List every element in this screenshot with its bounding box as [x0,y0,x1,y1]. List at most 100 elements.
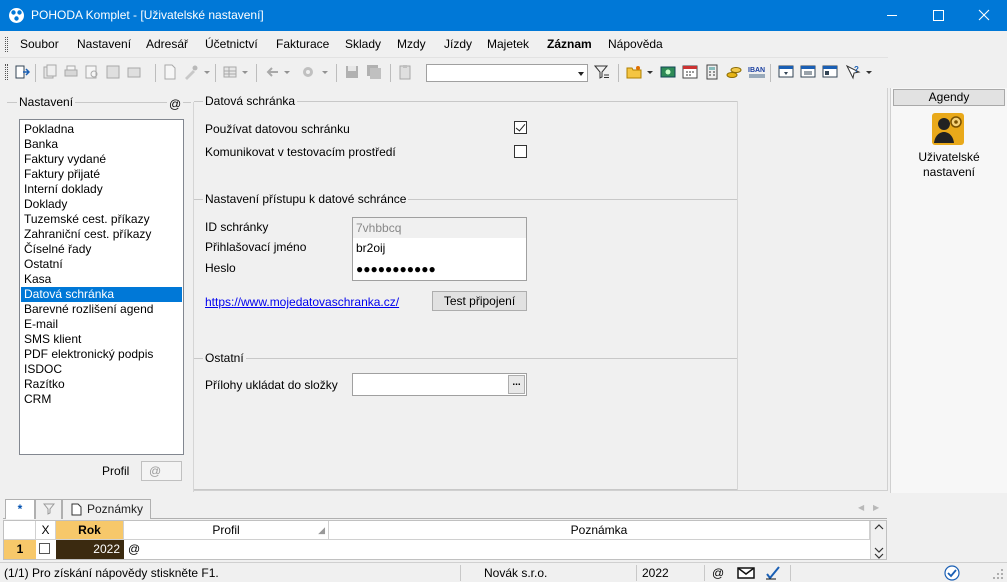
settings-item[interactable]: Banka [21,137,182,152]
tools-gear-icon[interactable] [300,64,316,80]
new-document-icon[interactable] [162,64,178,80]
user-settings-agenda[interactable]: Uživatelské nastavení [899,150,999,180]
menu-napoveda[interactable]: Nápověda [608,37,663,51]
clipboard-icon[interactable] [397,64,413,80]
toolbar-grip[interactable] [5,64,8,80]
password-input[interactable]: ●●●●●●●●●●● [353,259,526,279]
grid-header-x[interactable]: X [36,521,56,540]
menu-soubor[interactable]: Soubor [20,37,59,51]
exit-agenda-icon[interactable] [14,64,30,80]
grid-cell-rok[interactable]: 2022 [56,540,124,559]
settings-item[interactable]: ISDOC [21,362,182,377]
online-check-icon[interactable] [944,565,960,581]
save-all-icon[interactable] [366,64,382,80]
folder-star-icon[interactable] [626,64,642,80]
window-layout-icon[interactable] [800,64,816,80]
send-icon[interactable] [126,64,142,80]
menu-nastaveni[interactable]: Nastavení [77,37,131,51]
settings-item[interactable]: CRM [21,392,182,407]
calculator-icon[interactable] [704,64,720,80]
tab-scroll-right-icon[interactable]: ▶ [873,503,879,512]
signature-check-icon[interactable] [765,565,781,581]
back-arrow-icon[interactable] [264,64,280,80]
chevron-down-icon[interactable] [204,71,210,74]
use-databox-checkbox[interactable] [514,121,527,134]
quick-filter-combo[interactable] [426,64,588,82]
tab-scroll-left-icon[interactable]: ◀ [858,503,864,512]
maximize-button[interactable] [915,0,961,31]
grid-header-profil[interactable]: Profil ◢ [124,521,329,540]
menu-adresar[interactable]: Adresář [146,37,188,51]
test-connection-button[interactable]: Test připojení [432,291,527,311]
menu-mzdy[interactable]: Mzdy [397,37,426,51]
settings-item[interactable]: Faktury přijaté [21,167,182,182]
menu-sklady[interactable]: Sklady [345,37,381,51]
calendar-icon[interactable] [682,64,698,80]
menu-grip[interactable] [5,37,8,52]
settings-item[interactable]: Faktury vydané [21,152,182,167]
menu-fakturace[interactable]: Fakturace [276,37,329,51]
user-settings-icon[interactable] [931,112,965,146]
chevron-down-icon[interactable] [578,72,584,76]
close-button[interactable] [961,0,1007,31]
grid-row-select[interactable] [36,540,56,559]
settings-item[interactable]: Barevné rozlišení agend [21,302,182,317]
chevron-down-icon[interactable] [284,71,290,74]
grid-cell-poznamka[interactable] [329,540,870,559]
tab-notes[interactable]: Poznámky [62,499,151,519]
tab-all[interactable]: * [5,499,35,519]
menu-majetek[interactable]: Majetek [487,37,529,51]
preview-icon[interactable] [84,64,100,80]
iban-icon[interactable]: IBAN [748,64,766,80]
window-down-icon[interactable] [778,64,794,80]
settings-item[interactable]: Interní doklady [21,182,182,197]
edit-brush-icon[interactable] [183,64,199,80]
settings-item[interactable]: Razítko [21,377,182,392]
menu-ucetnictvi[interactable]: Účetnictví [205,37,258,51]
settings-item[interactable]: Doklady [21,197,182,212]
help-pointer-icon[interactable]: ? [845,64,861,80]
grid-row-number[interactable]: 1 [4,540,36,559]
table-view-icon[interactable] [222,64,238,80]
settings-item[interactable]: Kasa [21,272,182,287]
row-checkbox[interactable] [39,543,50,554]
databox-website-link[interactable]: https://www.mojedatovaschranka.cz/ [205,295,399,309]
mail-icon[interactable] [737,566,755,580]
export-icon[interactable] [105,64,121,80]
menu-zaznam[interactable]: Záznam [547,37,592,51]
chevron-down-icon[interactable] [242,71,248,74]
settings-item[interactable]: E-mail [21,317,182,332]
filter-icon[interactable] [594,64,610,80]
money-icon[interactable] [660,64,676,80]
grid-scrollbar[interactable] [870,521,886,559]
grid-header-poznamka[interactable]: Poznámka [329,521,870,540]
chevron-down-icon[interactable] [647,71,653,74]
chevron-down-icon[interactable] [322,71,328,74]
settings-item[interactable]: Pokladna [21,122,182,137]
print-icon[interactable] [63,64,79,80]
coins-icon[interactable] [726,64,742,80]
browse-folder-button[interactable]: ... [508,375,525,394]
resize-grip-icon[interactable] [992,568,1004,580]
settings-item[interactable]: Číselné řady [21,242,182,257]
menu-jizdy[interactable]: Jízdy [444,37,472,51]
settings-item[interactable]: Tuzemské cest. příkazy [21,212,182,227]
grid-header-rok[interactable]: Rok [56,521,124,540]
settings-nav-list[interactable]: Pokladna Banka Faktury vydané Faktury přija… [19,119,184,455]
save-icon[interactable] [344,64,360,80]
attachments-folder-input[interactable]: ... [352,373,527,396]
test-env-checkbox[interactable] [514,145,527,158]
chevron-down-icon[interactable] [866,71,872,74]
tab-filter[interactable] [35,499,62,519]
profil-label: Profil [102,464,130,478]
settings-item[interactable]: SMS klient [21,332,182,347]
login-input[interactable]: br2oij [353,238,526,258]
window-panel-icon[interactable] [822,64,838,80]
grid-cell-profil[interactable]: @ [128,540,328,559]
copy-record-icon[interactable] [42,64,58,80]
settings-item[interactable]: Ostatní [21,257,182,272]
settings-item[interactable]: PDF elektronický podpis [21,347,182,362]
settings-item[interactable]: Zahraniční cest. příkazy [21,227,182,242]
settings-item[interactable]: Datová schránka [21,287,182,302]
minimize-button[interactable] [869,0,915,31]
